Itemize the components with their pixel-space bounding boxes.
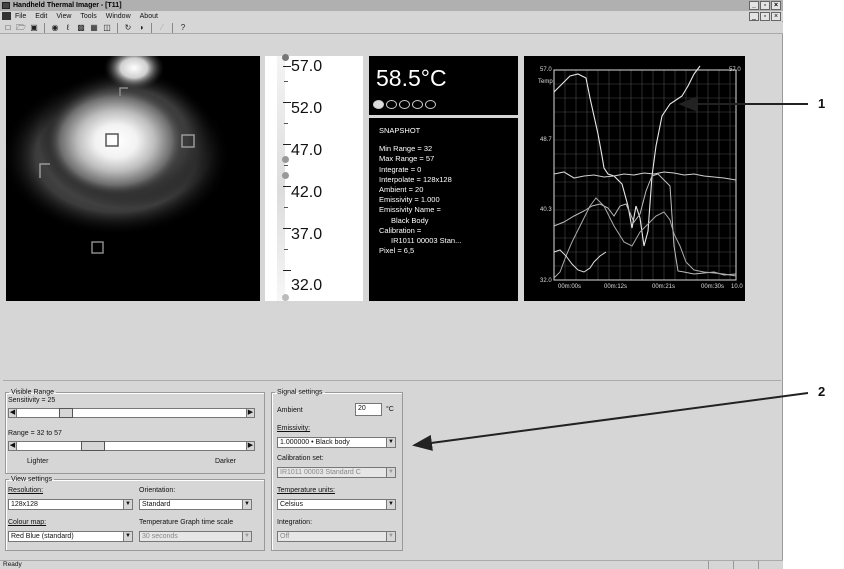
callout-label-2: 2 xyxy=(818,384,826,399)
callout-label-1: 1 xyxy=(818,96,826,111)
callout-arrows xyxy=(412,96,809,451)
callout-arrow-2 xyxy=(412,392,809,451)
